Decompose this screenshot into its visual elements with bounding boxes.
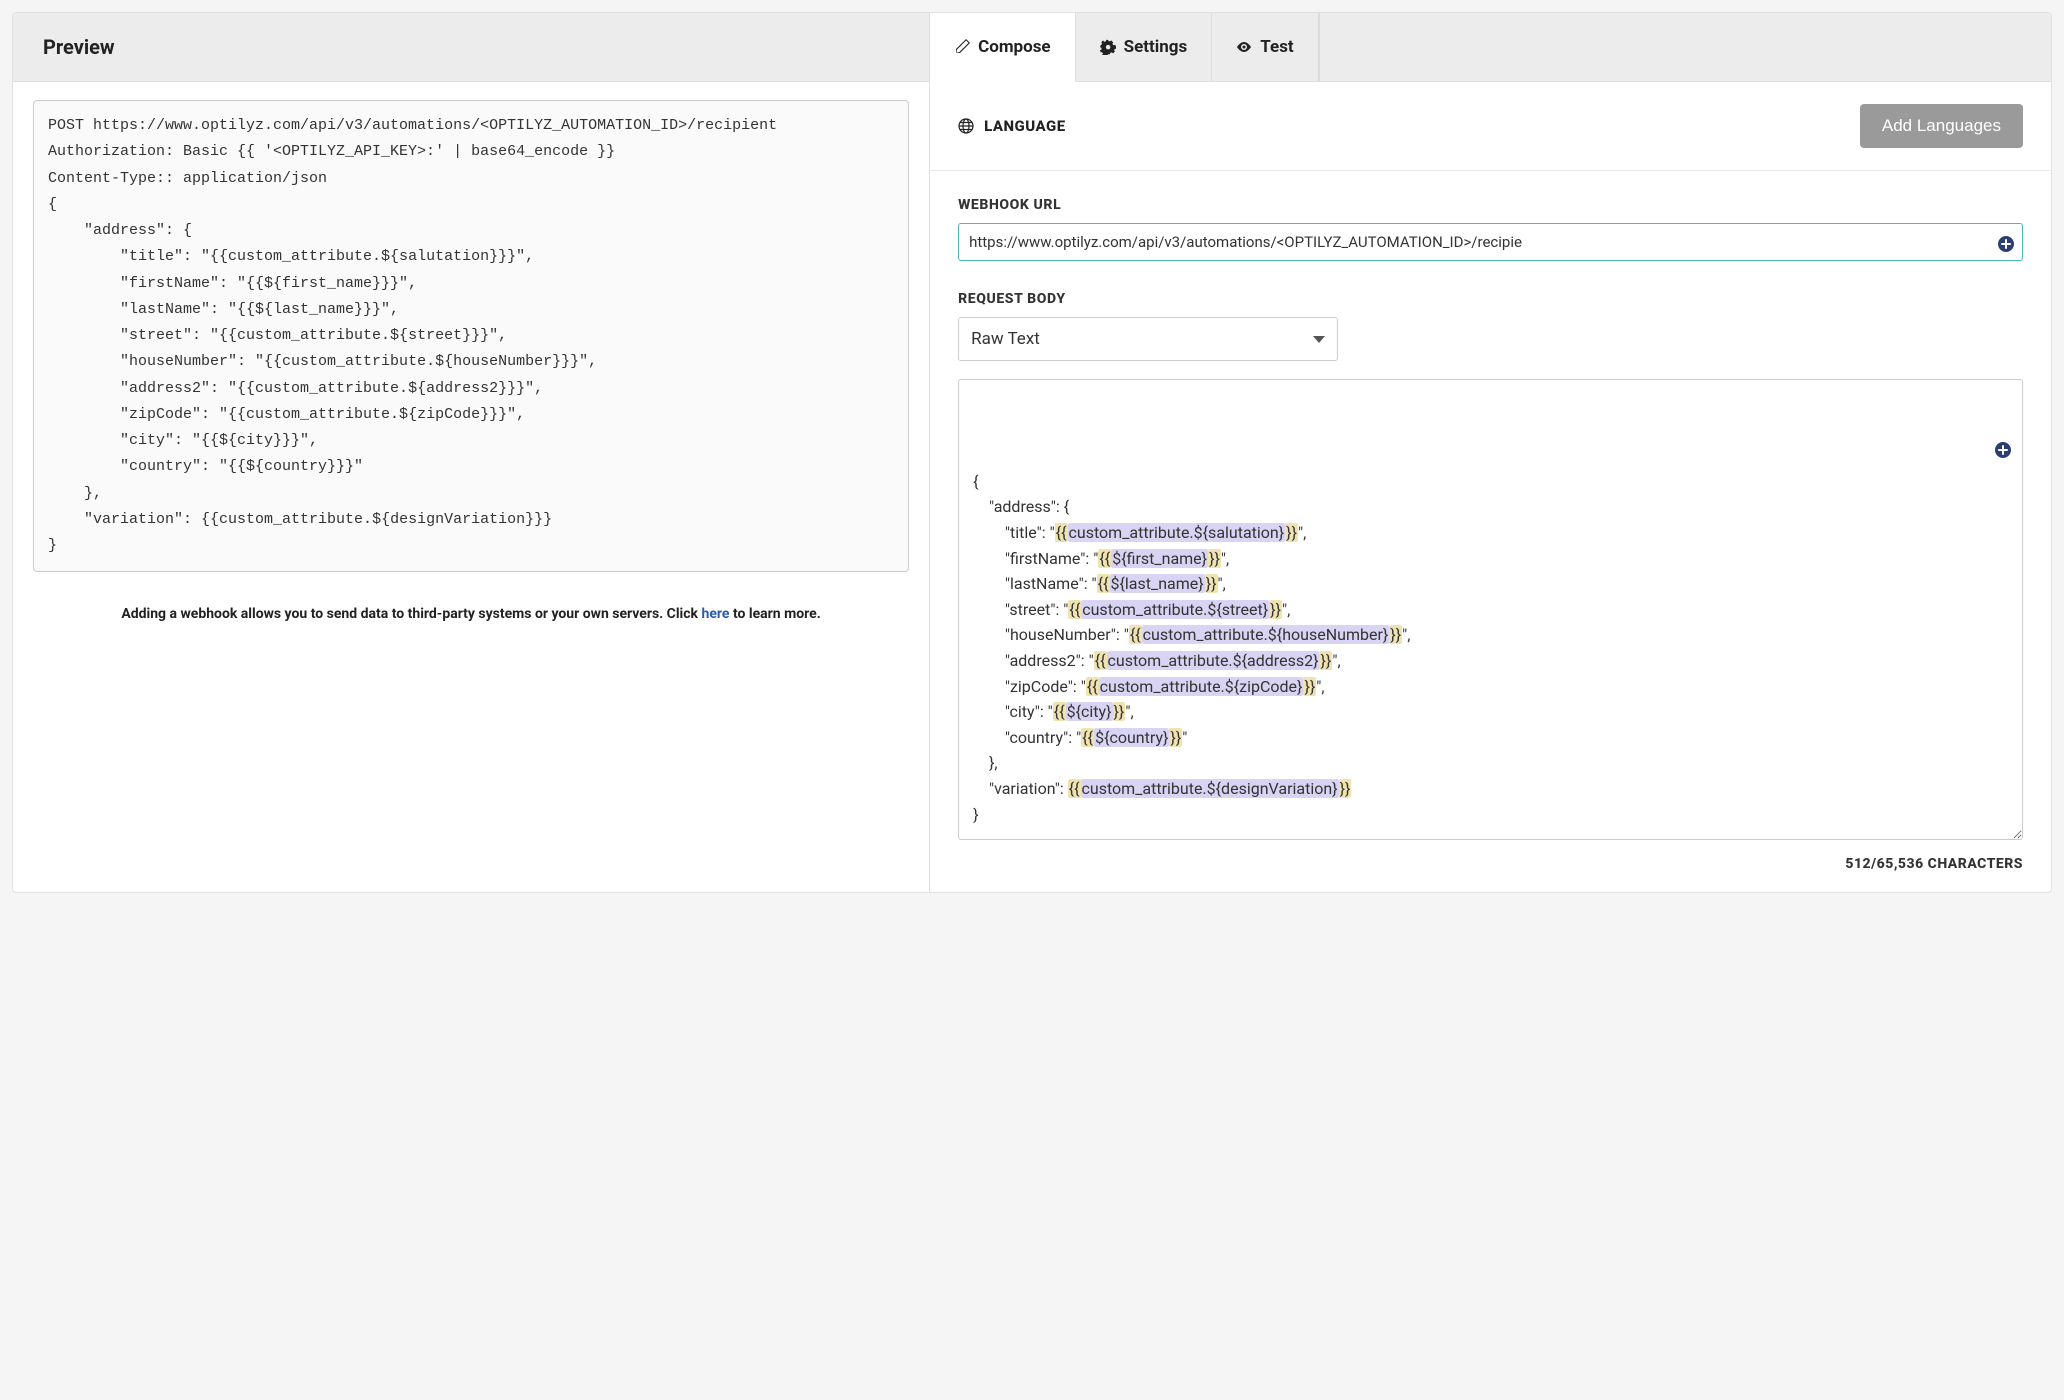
tab-test[interactable]: Test [1212,13,1318,81]
add-variable-icon[interactable] [1997,235,2015,253]
add-body-variable-icon[interactable] [1994,390,2012,408]
body-line: "lastName": "{{${last_name}}}", [973,571,2008,597]
language-label: LANGUAGE [958,117,1066,135]
body-type-select-wrap: Raw Text [958,317,1338,361]
tab-test-label: Test [1260,37,1293,57]
learn-more-link[interactable]: here [702,606,730,622]
body-line: "city": "{{${city}}}", [973,699,2008,725]
body-type-select[interactable]: Raw Text [958,317,1338,361]
body-line: "street": "{{custom_attribute.${street}}… [973,597,2008,623]
body-type-value: Raw Text [971,329,1040,349]
body-line: { [973,469,2008,495]
tabs: Compose Settings Test [930,13,2051,82]
add-languages-button[interactable]: Add Languages [1860,104,2023,148]
tabs-spacer [1319,13,2051,81]
preview-help-text: Adding a webhook allows you to send data… [33,602,909,627]
form-area: WEBHOOK URL REQUEST BODY Raw Text { "add… [930,171,2051,892]
body-line: "firstName": "{{${first_name}}}", [973,546,2008,572]
language-row: LANGUAGE Add Languages [930,82,2051,171]
globe-icon [958,118,974,134]
request-body-editor[interactable]: { "address": { "title": "{{custom_attrib… [958,379,2023,840]
request-body-label: REQUEST BODY [958,291,2023,307]
body-line: } [973,802,2008,828]
preview-note-prefix: Adding a webhook allows you to send data… [121,606,701,622]
tab-compose-label: Compose [978,37,1051,57]
pencil-icon [954,39,970,55]
preview-body: POST https://www.optilyz.com/api/v3/auto… [13,82,929,645]
gear-icon [1100,39,1116,55]
editor-panel: Compose Settings Test LANGUAG [930,13,2051,892]
character-count: 512/65,536 CHARACTERS [958,856,2023,872]
tab-settings-label: Settings [1124,37,1188,57]
body-line: "houseNumber": "{{custom_attribute.${hou… [973,622,2008,648]
language-label-text: LANGUAGE [984,117,1066,135]
webhook-url-wrap [958,223,2023,265]
preview-output: POST https://www.optilyz.com/api/v3/auto… [33,100,909,572]
body-line: "variation": {{custom_attribute.${design… [973,776,2008,802]
chevron-down-icon [1313,336,1325,343]
body-line: "address": { [973,494,2008,520]
tab-settings[interactable]: Settings [1076,13,1213,81]
body-line: "address2": "{{custom_attribute.${addres… [973,648,2008,674]
body-line: "zipCode": "{{custom_attribute.${zipCode… [973,674,2008,700]
body-line: "title": "{{custom_attribute.${salutatio… [973,520,2008,546]
eye-icon [1236,39,1252,55]
webhook-url-input[interactable] [958,223,2023,261]
webhook-url-label: WEBHOOK URL [958,197,2023,213]
app-container: Preview POST https://www.optilyz.com/api… [12,12,2052,893]
body-line: "country": "{{${country}}}" [973,725,2008,751]
body-line: }, [973,750,2008,776]
tab-compose[interactable]: Compose [930,13,1076,82]
preview-note-suffix: to learn more. [729,606,820,622]
preview-panel: Preview POST https://www.optilyz.com/api… [13,13,930,892]
preview-title: Preview [13,13,929,82]
